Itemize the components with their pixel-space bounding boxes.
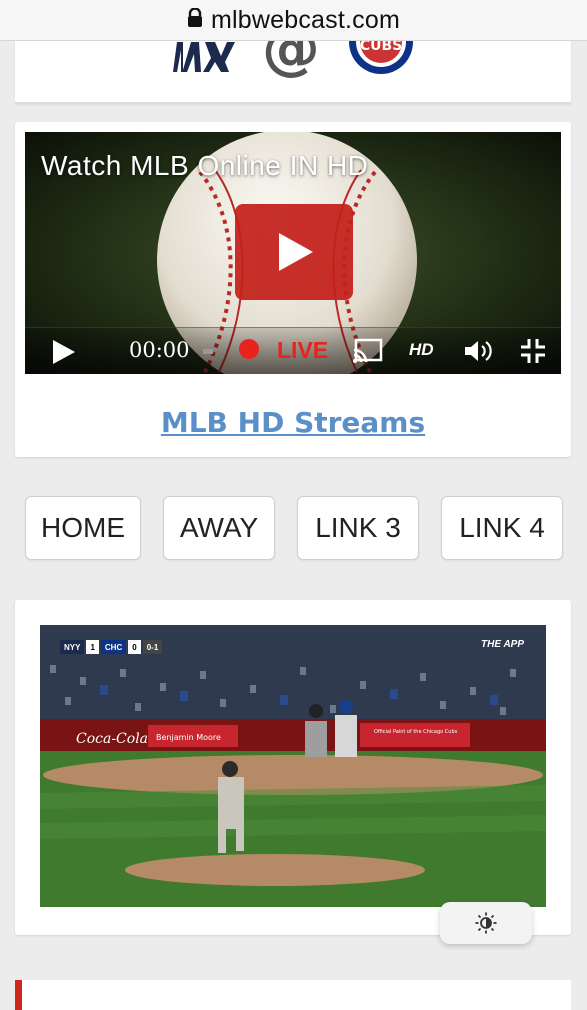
ad-benjamin-moore: Benjamin Moore: [156, 733, 221, 742]
team1-score: 1: [86, 640, 99, 654]
lock-icon: [187, 6, 203, 33]
ad-official-paint: Official Paint of the Chicago Cubs: [374, 729, 458, 735]
yankees-logo: [173, 42, 235, 72]
video-player[interactable]: Watch MLB Online IN HD 00:00 LIVE HD: [25, 132, 561, 374]
brightness-icon: [475, 912, 497, 934]
brightness-toggle-button[interactable]: [440, 902, 532, 944]
team1-abbr: NYY: [60, 640, 85, 654]
video-title: Watch MLB Online IN HD: [41, 150, 369, 181]
video-card: Watch MLB Online IN HD 00:00 LIVE HD MLB…: [15, 122, 571, 457]
browser-url-bar[interactable]: mlbwebcast.com: [0, 0, 587, 41]
live-label: LIVE: [277, 337, 329, 363]
big-play-button[interactable]: [235, 204, 353, 300]
play-control-icon[interactable]: [51, 339, 77, 370]
game-scene-image: Coca-Cola Benjamin Moore Official Paint …: [40, 625, 546, 907]
team2-score: 0: [128, 640, 141, 654]
time-display: 00:00: [129, 338, 190, 362]
network-logo: THE APP: [481, 639, 524, 650]
volume-icon[interactable]: [463, 338, 493, 369]
link-3-button[interactable]: LINK 3: [297, 496, 419, 560]
progress-bar[interactable]: [203, 349, 213, 354]
count: 0-1: [142, 640, 163, 654]
next-content-card: [15, 980, 571, 1010]
player-controls: 00:00 LIVE HD: [25, 327, 561, 374]
exit-fullscreen-icon[interactable]: [519, 337, 547, 370]
game-thumbnail[interactable]: Coca-Cola Benjamin Moore Official Paint …: [40, 625, 546, 907]
live-indicator-dot: [239, 339, 259, 359]
ad-coca-cola: Coca-Cola: [76, 731, 148, 747]
mlb-hd-streams-link[interactable]: MLB HD Streams: [15, 406, 571, 439]
play-icon: [279, 233, 313, 271]
away-button[interactable]: AWAY: [163, 496, 275, 560]
home-button[interactable]: HOME: [25, 496, 141, 560]
scorebug: NYY 1 CHC 0 0-1: [60, 635, 224, 659]
url-domain: mlbwebcast.com: [211, 5, 400, 34]
hd-toggle[interactable]: HD: [409, 340, 434, 360]
link-4-button[interactable]: LINK 4: [441, 496, 563, 560]
team2-abbr: CHC: [100, 640, 127, 654]
cast-icon[interactable]: [353, 338, 383, 369]
game-thumbnail-card: Coca-Cola Benjamin Moore Official Paint …: [15, 600, 571, 935]
